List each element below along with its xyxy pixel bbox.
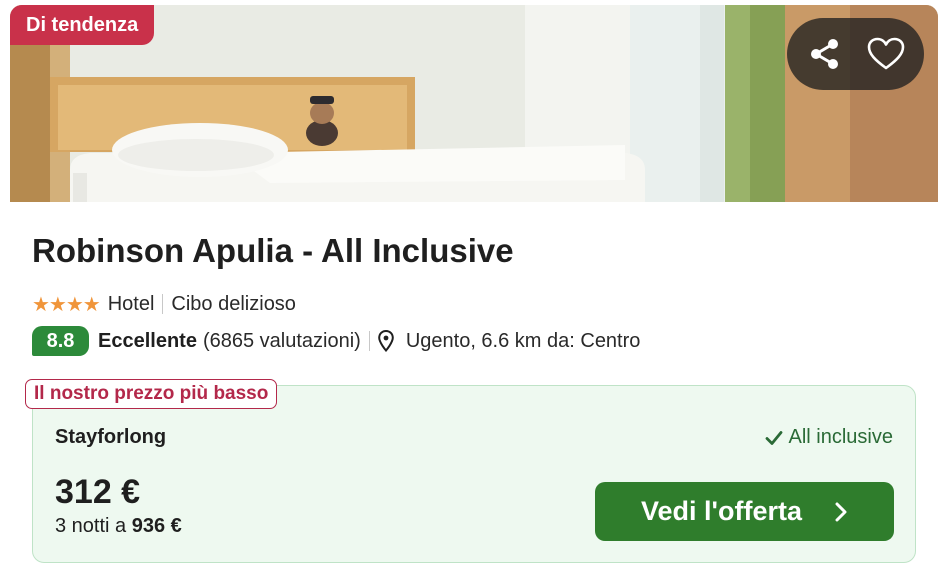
share-icon (811, 39, 838, 69)
view-offer-button[interactable]: Vedi l'offerta (595, 482, 894, 541)
offer-amenity: All inclusive (765, 426, 893, 449)
hotel-type: Hotel (107, 292, 155, 315)
hotel-card[interactable]: Di tendenza Robinson Apulia - All Inclus… (10, 0, 938, 576)
lowest-price-tag: Il nostro prezzo più basso (25, 379, 278, 409)
lowest-price-label: Il nostro prezzo più basso (34, 383, 269, 404)
divider (368, 331, 370, 351)
rating-label: Eccellente (98, 329, 197, 352)
photo-actions (787, 18, 924, 90)
favorite-button[interactable] (866, 34, 906, 74)
rating-score-badge: 8.8 (32, 326, 89, 356)
trending-badge: Di tendenza (10, 5, 155, 45)
hotel-location[interactable]: Ugento, 6.6 km da: Centro (406, 330, 641, 353)
total-prefix: 3 notti a (55, 515, 127, 537)
divider (162, 294, 164, 314)
review-count[interactable]: (6865 valutazioni) (203, 330, 361, 353)
chevron-right-icon (834, 501, 848, 523)
view-offer-label: Vedi l'offerta (641, 496, 802, 526)
hotel-meta: ★★★★ Hotel Cibo delizioso (32, 289, 296, 319)
heart-icon (867, 37, 905, 70)
total-price-line: 3 notti a 936 € (55, 515, 182, 538)
amenity-label: All inclusive (788, 426, 893, 448)
trending-badge-label: Di tendenza (26, 13, 139, 36)
offer-provider: Stayforlong (55, 426, 167, 448)
nightly-price: 312 € (55, 473, 141, 511)
total-price: 936 € (131, 515, 182, 537)
rating-row: 8.8 Eccellente (6865 valutazioni) Ugento… (32, 324, 640, 358)
share-button[interactable] (805, 34, 845, 74)
map-pin-icon (378, 330, 394, 352)
check-icon (765, 430, 783, 446)
hotel-highlight: Cibo delizioso (171, 292, 296, 315)
star-rating-icon: ★★★★ (32, 293, 101, 316)
hotel-name[interactable]: Robinson Apulia - All Inclusive (32, 232, 514, 270)
